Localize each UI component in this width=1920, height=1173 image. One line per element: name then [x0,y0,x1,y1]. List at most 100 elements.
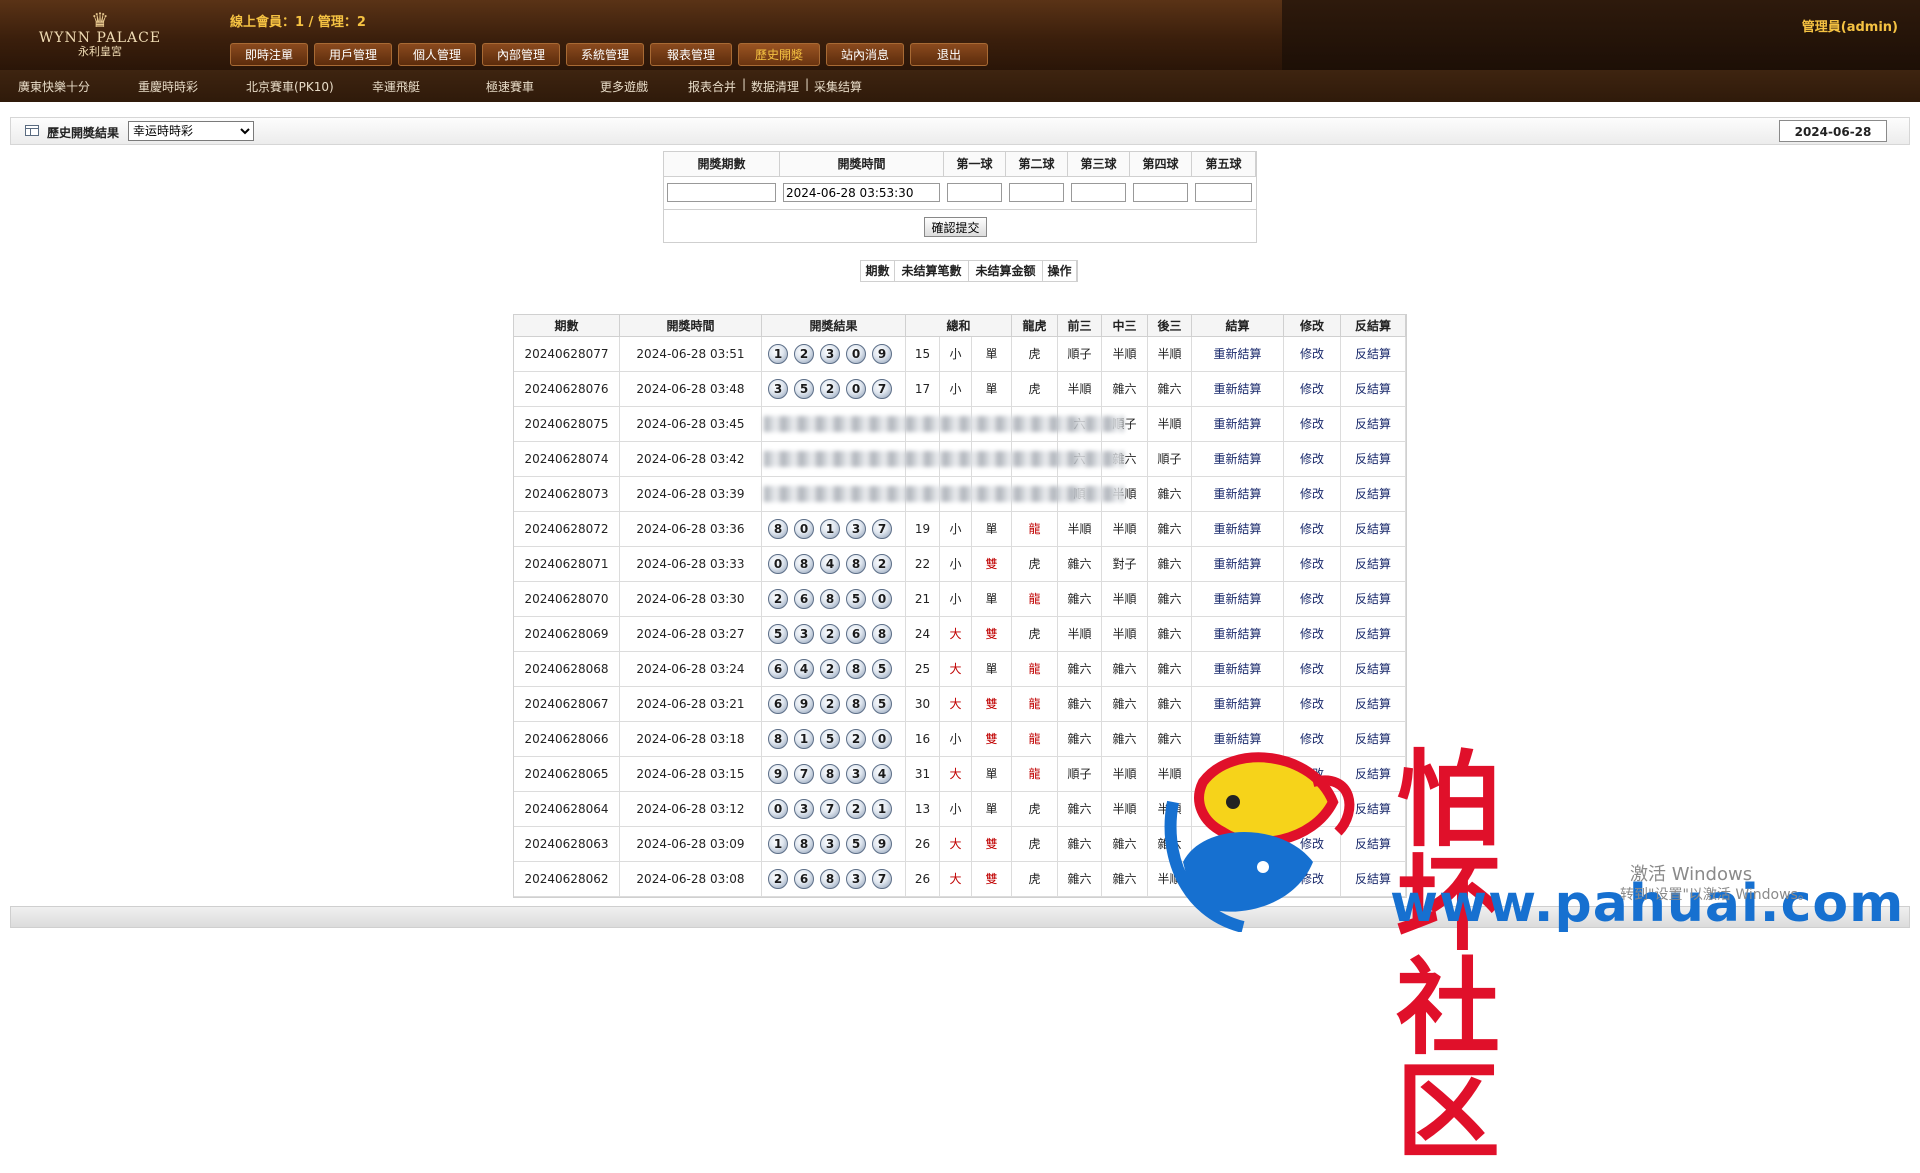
result-ball: 2 [768,869,788,889]
cell-edit[interactable]: 修改 [1284,617,1341,651]
nav-button-8[interactable]: 退出 [910,43,988,66]
windows-activation-title: 激活 Windows [1630,864,1753,885]
nav-button-2[interactable]: 個人管理 [398,43,476,66]
cell-unsettle[interactable]: 反結算 [1341,617,1406,651]
cell-edit[interactable]: 修改 [1284,512,1341,546]
result-ball: 2 [820,624,840,644]
cell-z3: 雜六 [1102,372,1148,406]
game-select[interactable]: 幸运時時彩 [128,121,254,141]
watermark-text: 怕坏社区 [1396,739,1507,1173]
crown-icon: ♛ [91,8,109,32]
cell-z3: 雜六 [1102,722,1148,756]
cell-edit[interactable]: 修改 [1284,687,1341,721]
ball-input-5[interactable] [1195,183,1252,202]
subnav-game-5[interactable]: 更多遊戲 [600,78,648,95]
nav-button-1[interactable]: 用戶管理 [314,43,392,66]
cell-time: 2024-06-28 03:09 [620,827,762,861]
cell-oe: 雙 [972,722,1012,756]
result-ball: 5 [820,729,840,749]
cell-edit[interactable]: 修改 [1284,372,1341,406]
cell-unsettle[interactable]: 反結算 [1341,477,1406,511]
cell-settle[interactable]: 重新結算 [1192,687,1284,721]
cell-z3: 雜六 [1102,862,1148,896]
result-ball: 4 [820,554,840,574]
nav-button-4[interactable]: 系統管理 [566,43,644,66]
cell-edit[interactable]: 修改 [1284,582,1341,616]
subnav-game-1[interactable]: 重慶時時彩 [138,78,198,95]
cell-oe: 雙 [972,687,1012,721]
cell-result: 18359 [762,827,906,861]
subnav-tool-0[interactable]: 报表合并 [688,78,736,95]
cell-z3: 半順 [1102,582,1148,616]
table-row: 20240628068 2024-06-28 03:24 6 4 2 8 5 25 大單龍雜六雜… [514,652,1406,687]
submit-button[interactable]: 確認提交 [924,217,987,237]
result-ball: 0 [768,554,788,574]
summary-header-0: 期數 [861,261,895,281]
nav-button-5[interactable]: 報表管理 [650,43,732,66]
summary-header-2: 未结算金额 [969,261,1043,281]
ball-input-3[interactable] [1071,183,1126,202]
cell-sum: 24 [906,617,940,651]
cell-edit[interactable]: 修改 [1284,547,1341,581]
cell-unsettle[interactable]: 反結算 [1341,652,1406,686]
nav-button-7[interactable]: 站內消息 [826,43,904,66]
ball-input-2[interactable] [1009,183,1064,202]
cell-result: 26837 [762,862,906,896]
subnav-tool-2[interactable]: 采集结算 [814,78,862,95]
cell-edit[interactable]: 修改 [1284,407,1341,441]
cell-unsettle[interactable]: 反結算 [1341,372,1406,406]
cell-oe: 單 [972,582,1012,616]
cell-settle[interactable]: 重新結算 [1192,372,1284,406]
cell-z3: 半順 [1102,792,1148,826]
cell-time: 2024-06-28 03:51 [620,337,762,371]
history-toolbar: 歷史開獎結果 幸运時時彩 [10,117,1910,145]
nav-button-6[interactable]: 歷史開獎 [738,43,820,66]
ball-input-4[interactable] [1133,183,1188,202]
cell-sum: 13 [906,792,940,826]
cell-settle[interactable]: 重新結算 [1192,617,1284,651]
cell-unsettle[interactable]: 反結算 [1341,337,1406,371]
cell-unsettle[interactable]: 反結算 [1341,512,1406,546]
cell-settle[interactable]: 重新結算 [1192,442,1284,476]
cell-settle[interactable]: 重新結算 [1192,512,1284,546]
nav-button-3[interactable]: 內部管理 [482,43,560,66]
date-picker[interactable]: 2024-06-28 [1779,120,1887,142]
cell-edit[interactable]: 修改 [1284,652,1341,686]
cell-time: 2024-06-28 03:33 [620,547,762,581]
cell-bs: 大 [940,617,972,651]
subnav-game-4[interactable]: 極速賽車 [486,78,534,95]
cell-time: 2024-06-28 03:30 [620,582,762,616]
cell-result: 64285 [762,652,906,686]
draw-time-input[interactable] [783,183,940,202]
cell-settle[interactable]: 重新結算 [1192,547,1284,581]
subnav-game-2[interactable]: 北京賽車(PK10) [246,78,334,95]
cell-settle[interactable]: 重新結算 [1192,652,1284,686]
cell-edit[interactable]: 修改 [1284,337,1341,371]
cell-settle[interactable]: 重新結算 [1192,477,1284,511]
form-header-4: 第三球 [1068,152,1130,177]
cell-unsettle[interactable]: 反結算 [1341,582,1406,616]
subnav-game-3[interactable]: 幸運飛艇 [372,78,420,95]
result-ball: 8 [846,554,866,574]
result-ball: 1 [872,799,892,819]
cell-settle[interactable]: 重新結算 [1192,337,1284,371]
cell-unsettle[interactable]: 反結算 [1341,687,1406,721]
form-header-1: 開獎時間 [780,152,944,177]
cell-unsettle[interactable]: 反結算 [1341,442,1406,476]
ball-input-1[interactable] [947,183,1002,202]
cell-z3: 對子 [1102,547,1148,581]
issue-input[interactable] [667,183,776,202]
cell-q3: 雜六 [1058,862,1102,896]
nav-button-0[interactable]: 即時注單 [230,43,308,66]
subnav-game-0[interactable]: 廣東快樂十分 [18,78,90,95]
cell-settle[interactable]: 重新結算 [1192,582,1284,616]
cell-q3: 雜六 [1058,547,1102,581]
cell-settle[interactable]: 重新結算 [1192,407,1284,441]
cell-time: 2024-06-28 03:39 [620,477,762,511]
cell-unsettle[interactable]: 反結算 [1341,547,1406,581]
cell-oe: 單 [972,372,1012,406]
subnav-tool-1[interactable]: 数据清理 [751,78,799,95]
cell-unsettle[interactable]: 反結算 [1341,407,1406,441]
cell-edit[interactable]: 修改 [1284,442,1341,476]
cell-edit[interactable]: 修改 [1284,477,1341,511]
